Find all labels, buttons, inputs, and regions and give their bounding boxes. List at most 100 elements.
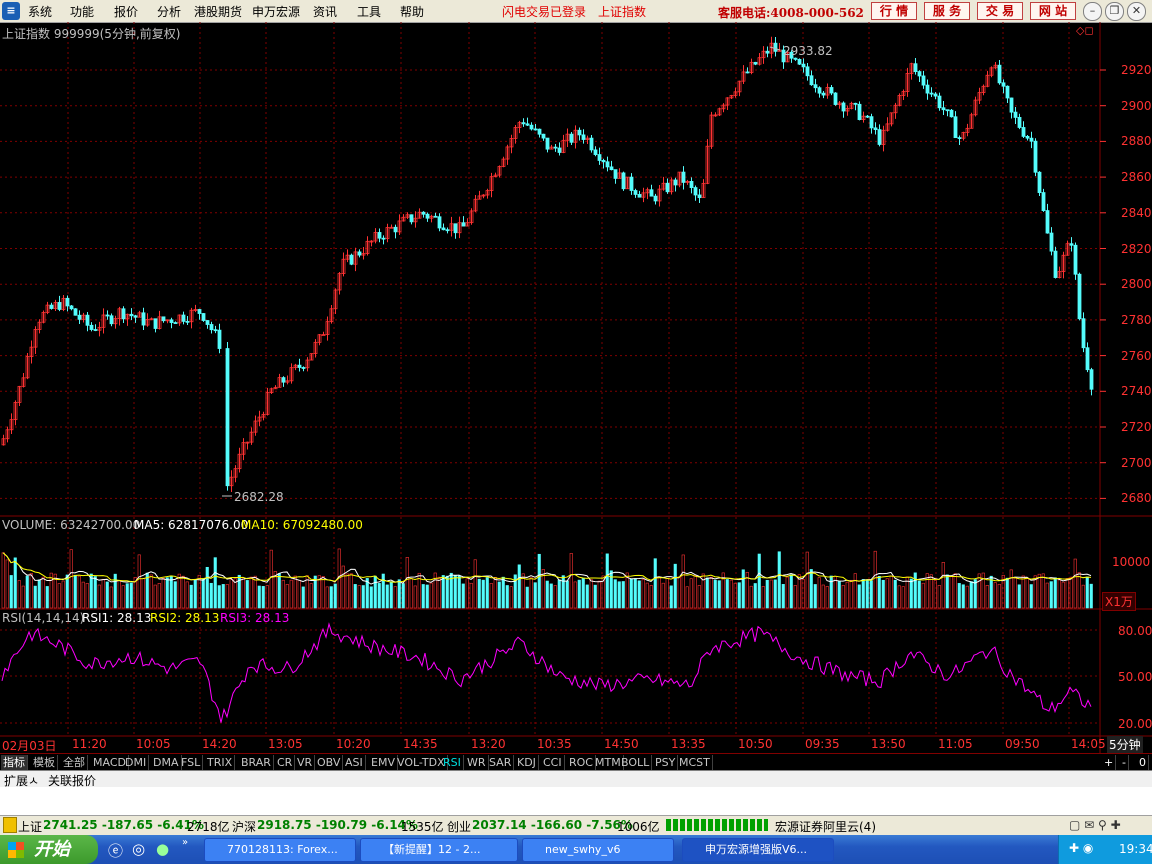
candle-body <box>681 171 686 183</box>
volume-bar <box>97 584 101 609</box>
chart-area[interactable]: 上证指数 999999(5分钟,前复权) ◇◻ 2933.82 2682.28 … <box>0 22 1152 754</box>
indicator-tab-obv[interactable]: OBV <box>315 755 344 770</box>
volume-bar <box>909 578 913 609</box>
volume-bar <box>397 579 401 609</box>
candle-body <box>521 122 526 125</box>
candle-body <box>321 334 326 336</box>
tab-reset-button[interactable]: 0 <box>1137 755 1149 770</box>
volume-bar <box>861 579 865 609</box>
indicator-tab-vr[interactable]: VR <box>295 755 316 770</box>
server-name[interactable]: 宏源证券阿里云(4) <box>775 818 876 835</box>
period-selector[interactable]: 5分钟 <box>1107 736 1143 753</box>
indicator-tab-asi[interactable]: ASI <box>343 755 366 770</box>
menu-swhy[interactable]: 申万宏源 <box>252 3 300 20</box>
candle-body <box>929 92 934 95</box>
chart-canvas[interactable] <box>0 22 1152 754</box>
indicator-tab-dmi[interactable]: DMI <box>123 755 150 770</box>
indicator-tab-trix[interactable]: TRIX <box>205 755 236 770</box>
volume-bar <box>453 574 457 609</box>
candle-body <box>1073 244 1078 275</box>
minimize-icon[interactable]: – <box>1083 2 1102 21</box>
menu-tools[interactable]: 工具 <box>357 3 381 20</box>
candle-body <box>801 63 806 68</box>
volume-bar <box>121 585 125 609</box>
volume-bar <box>37 579 41 609</box>
tab-add-button[interactable]: + <box>1102 755 1117 770</box>
volume-bar <box>717 580 721 609</box>
start-button[interactable]: 开始 <box>0 835 98 864</box>
volume-bar <box>253 575 257 609</box>
indicator-tab-emv[interactable]: EMV <box>369 755 398 770</box>
candle-body <box>621 172 626 190</box>
volume-bar <box>189 584 193 609</box>
indicator-tab-kdj[interactable]: KDJ <box>515 755 539 770</box>
indicator-tab-dma[interactable]: DMA <box>151 755 182 770</box>
chart-options-icon[interactable]: ◇◻ <box>1076 24 1094 37</box>
indicator-tab-vol-tdx[interactable]: VOL-TDX <box>395 755 448 770</box>
quicklaunch-browser-icon[interactable]: ◎ <box>132 840 145 858</box>
indicator-tab-mcst[interactable]: MCST <box>677 755 713 770</box>
indicator-tab-全部[interactable]: 全部 <box>61 755 88 770</box>
website-button[interactable]: 网 站 <box>1030 2 1076 20</box>
menu-function[interactable]: 功能 <box>70 3 94 20</box>
sh-name: 上证 <box>18 820 43 834</box>
candle-body <box>1069 243 1074 246</box>
close-icon[interactable]: ✕ <box>1127 2 1146 21</box>
quicklaunch-green-icon[interactable]: ● <box>156 840 169 858</box>
quicklaunch-more-icon[interactable]: » <box>182 837 188 848</box>
indicator-tab-模板[interactable]: 模板 <box>31 755 58 770</box>
menu-system[interactable]: 系统 <box>28 3 52 20</box>
task-folder[interactable]: new_swhy_v6 <box>522 838 674 862</box>
volume-bar <box>281 579 285 609</box>
volume-bar <box>493 576 497 609</box>
volume-bar <box>1057 579 1061 609</box>
candle-body <box>173 322 178 324</box>
candle-body <box>817 87 822 94</box>
indicator-tab-wr[interactable]: WR <box>465 755 489 770</box>
restore-icon[interactable]: ❐ <box>1105 2 1124 21</box>
menu-info[interactable]: 资讯 <box>313 3 337 20</box>
status-icons[interactable]: ▢ ✉ ⚲ ✚ <box>1069 818 1121 832</box>
volume-bar <box>165 577 169 609</box>
indicator-tab-指标[interactable]: 指标 <box>1 755 28 770</box>
volume-bar <box>997 583 1001 609</box>
candle-body <box>537 128 542 135</box>
volume-bar <box>1077 572 1081 609</box>
task-swhy[interactable]: 申万宏源增强版V6... <box>682 838 834 862</box>
indicator-tab-cr[interactable]: CR <box>275 755 296 770</box>
indicator-tab-rsi[interactable]: RSI <box>441 755 464 770</box>
volume-bar <box>489 583 493 609</box>
indicator-tab-brar[interactable]: BRAR <box>239 755 274 770</box>
volume-bar <box>17 580 21 609</box>
indicator-tab-cci[interactable]: CCI <box>541 755 565 770</box>
app-logo-icon[interactable]: ≡ <box>2 2 20 20</box>
indicator-tab-fsl[interactable]: FSL <box>179 755 204 770</box>
indicator-tab-psy[interactable]: PSY <box>653 755 679 770</box>
indicator-tab-roc[interactable]: ROC <box>567 755 596 770</box>
candle-body <box>925 84 930 94</box>
volume-bar <box>41 576 45 609</box>
volume-bar <box>1033 575 1037 609</box>
indicator-tab-boll[interactable]: BOLL <box>619 755 653 770</box>
tray-icons[interactable]: ✚ ◉ <box>1069 841 1093 855</box>
trade-button[interactable]: 交 易 <box>977 2 1023 20</box>
tab-remove-button[interactable]: - <box>1120 755 1129 770</box>
market-button[interactable]: 行 情 <box>871 2 917 20</box>
menu-quote[interactable]: 报价 <box>114 3 138 20</box>
volume-bar <box>765 579 769 609</box>
service-button[interactable]: 服 务 <box>924 2 970 20</box>
time-label: 13:05 <box>268 737 303 751</box>
task-reminder[interactable]: 【新提醒】12 - 2... <box>360 838 518 862</box>
price-tick: 2780 <box>1121 312 1152 327</box>
alert-icon[interactable] <box>3 817 17 833</box>
candle-body <box>1021 127 1026 137</box>
menu-analysis[interactable]: 分析 <box>157 3 181 20</box>
menu-help[interactable]: 帮助 <box>400 3 424 20</box>
volume-bar <box>161 577 165 609</box>
task-forex[interactable]: 770128113: Forex... <box>204 838 356 862</box>
indicator-tab-sar[interactable]: SAR <box>487 755 515 770</box>
volume-bar <box>81 581 85 609</box>
menu-hk-futures[interactable]: 港股期货 <box>194 3 242 20</box>
quicklaunch-ie-icon[interactable]: ⓔ <box>108 840 123 861</box>
candle-body <box>89 324 94 330</box>
